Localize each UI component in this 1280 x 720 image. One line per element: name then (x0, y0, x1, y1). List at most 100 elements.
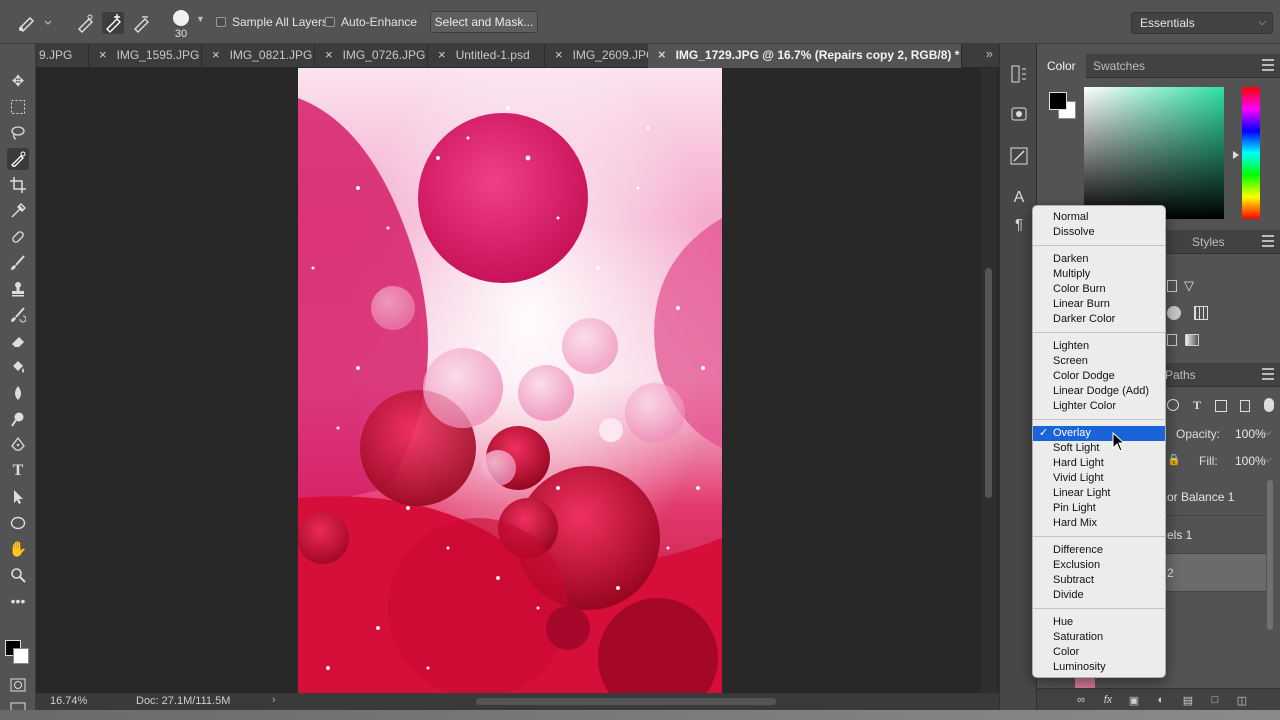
chevron-down-icon[interactable]: ⌵ (1264, 427, 1272, 438)
blend-mode-item[interactable]: Difference (1033, 543, 1165, 558)
more-tools-icon[interactable]: ••• (7, 590, 29, 612)
close-icon[interactable]: × (555, 47, 563, 62)
tab-img-2609[interactable]: × IMG_2609.JPG (545, 44, 658, 68)
sample-all-layers-checkbox[interactable] (216, 17, 226, 27)
hue-slider[interactable] (1242, 87, 1260, 219)
brush-size-picker[interactable]: 30 (168, 6, 196, 40)
document-image[interactable] (298, 68, 722, 693)
new-layer-icon[interactable]: □ (1208, 693, 1222, 707)
blend-mode-item[interactable]: Hard Mix (1033, 516, 1165, 531)
filter-shape-icon[interactable] (1215, 400, 1227, 412)
adjustment-gradient-icon[interactable] (1185, 334, 1199, 346)
clone-stamp-icon[interactable] (7, 278, 29, 300)
blend-mode-item[interactable]: Darker Color (1033, 312, 1165, 327)
blend-mode-item[interactable]: Pin Light (1033, 501, 1165, 516)
new-group-icon[interactable]: ▤ (1181, 693, 1195, 707)
history-brush-icon[interactable] (7, 304, 29, 326)
panel-menu-icon[interactable] (1262, 368, 1274, 380)
close-icon[interactable]: × (99, 47, 107, 62)
adjustment-curves-icon[interactable] (1167, 280, 1177, 292)
blend-mode-item[interactable]: Linear Dodge (Add) (1033, 384, 1165, 399)
path-selection-icon[interactable] (7, 486, 29, 508)
tab-untitled-1[interactable]: × Untitled-1.psd (428, 44, 545, 68)
quick-mask-icon[interactable] (7, 674, 29, 696)
workspace-select[interactable]: Essentials ⌵ (1131, 12, 1273, 34)
panel-menu-icon[interactable] (1262, 235, 1274, 247)
eyedropper-tool-icon[interactable] (7, 200, 29, 222)
select-and-mask-button[interactable]: Select and Mask... (430, 11, 538, 33)
blend-mode-item[interactable]: Hard Light (1033, 456, 1165, 471)
layers-scrollbar[interactable] (1267, 480, 1273, 630)
close-icon[interactable]: × (212, 47, 220, 62)
move-tool-icon[interactable]: ✥ (7, 70, 29, 92)
filter-adjustment-icon[interactable] (1167, 399, 1179, 411)
blend-mode-item[interactable]: Vivid Light (1033, 471, 1165, 486)
blend-mode-item[interactable]: Lighten (1033, 339, 1165, 354)
blend-mode-item[interactable]: ✓ Overlay (1033, 426, 1165, 441)
chevron-down-icon[interactable]: ▼ (196, 14, 205, 24)
type-tool-icon[interactable]: T (7, 460, 29, 482)
chevron-down-icon[interactable]: ⌵ (1264, 454, 1272, 465)
fx-icon[interactable]: fx (1101, 693, 1115, 707)
panel-menu-icon[interactable] (1262, 59, 1274, 71)
close-icon[interactable]: × (438, 47, 446, 62)
tab-img-1595[interactable]: × IMG_1595.JPG (89, 44, 202, 68)
tab-img-0821[interactable]: × IMG_0821.JPG (202, 44, 315, 68)
close-icon[interactable]: × (658, 47, 666, 62)
status-menu-arrow-icon[interactable]: › (272, 694, 276, 706)
paint-bucket-icon[interactable] (7, 356, 29, 378)
dodge-tool-icon[interactable] (7, 408, 29, 430)
trash-icon[interactable]: ◫ (1235, 693, 1249, 707)
color-panel-foreground-swatch[interactable] (1049, 92, 1067, 110)
pen-tool-icon[interactable] (7, 434, 29, 456)
link-layers-icon[interactable]: ∞ (1074, 693, 1088, 707)
history-panel-icon[interactable] (1009, 64, 1029, 84)
blend-mode-item[interactable]: Linear Burn (1033, 297, 1165, 312)
tab-paths[interactable]: Paths (1165, 363, 1196, 387)
zoom-tool-icon[interactable] (7, 564, 29, 586)
blend-mode-item[interactable]: Multiply (1033, 267, 1165, 282)
blend-mode-item[interactable]: Screen (1033, 354, 1165, 369)
hue-slider-marker[interactable] (1233, 151, 1239, 159)
add-to-selection-icon[interactable] (102, 12, 124, 34)
background-color-swatch[interactable] (13, 648, 29, 664)
eraser-icon[interactable] (7, 330, 29, 352)
blend-mode-item[interactable]: Color Dodge (1033, 369, 1165, 384)
character-panel-icon[interactable]: A (1009, 188, 1029, 208)
ellipse-tool-icon[interactable] (7, 512, 29, 534)
blend-mode-item[interactable]: Linear Light (1033, 486, 1165, 501)
brush-tool-icon[interactable] (7, 252, 29, 274)
tab-img-0726[interactable]: × IMG_0726.JPG (315, 44, 428, 68)
tab-styles[interactable]: Styles (1182, 230, 1235, 254)
auto-enhance-checkbox[interactable] (325, 17, 335, 27)
blend-mode-item[interactable]: Color (1033, 645, 1165, 660)
new-selection-icon[interactable] (74, 12, 96, 34)
marquee-tool-icon[interactable] (7, 96, 29, 118)
filter-toggle-icon[interactable] (1264, 398, 1274, 412)
adjustment-gradient-map-icon[interactable]: ▽ (1184, 278, 1194, 294)
subtract-from-selection-icon[interactable] (130, 12, 152, 34)
hand-tool-icon[interactable]: ✋ (7, 538, 29, 560)
blend-mode-item[interactable]: Lighter Color (1033, 399, 1165, 414)
quick-selection-tool-icon[interactable] (7, 148, 29, 170)
blend-mode-item[interactable]: Subtract (1033, 573, 1165, 588)
crop-tool-icon[interactable] (7, 174, 29, 196)
filter-type-icon[interactable]: T (1193, 398, 1201, 413)
tab-color[interactable]: Color (1037, 54, 1086, 78)
add-mask-icon[interactable]: ▣ (1127, 693, 1141, 707)
blend-mode-item[interactable]: Divide (1033, 588, 1165, 603)
tab-img-1729-active[interactable]: × IMG_1729.JPG @ 16.7% (Repairs copy 2, R… (648, 44, 962, 68)
tabs-overflow-icon[interactable]: » (986, 46, 993, 61)
close-icon[interactable]: × (325, 47, 333, 62)
canvas-area[interactable] (36, 68, 981, 693)
blur-tool-icon[interactable] (7, 382, 29, 404)
blend-mode-item[interactable]: Luminosity (1033, 660, 1165, 675)
zoom-level[interactable]: 16.74% (50, 695, 87, 707)
blend-mode-item[interactable]: Soft Light (1033, 441, 1165, 456)
paragraph-panel-icon[interactable]: ¶ (1009, 214, 1029, 234)
tab-9-jpg[interactable]: 9.JPG (36, 44, 89, 68)
canvas-vertical-scrollbar[interactable] (981, 68, 997, 693)
blend-mode-item[interactable]: Color Burn (1033, 282, 1165, 297)
properties-panel-icon[interactable] (1009, 104, 1029, 124)
brush-settings-icon[interactable] (1009, 146, 1029, 166)
